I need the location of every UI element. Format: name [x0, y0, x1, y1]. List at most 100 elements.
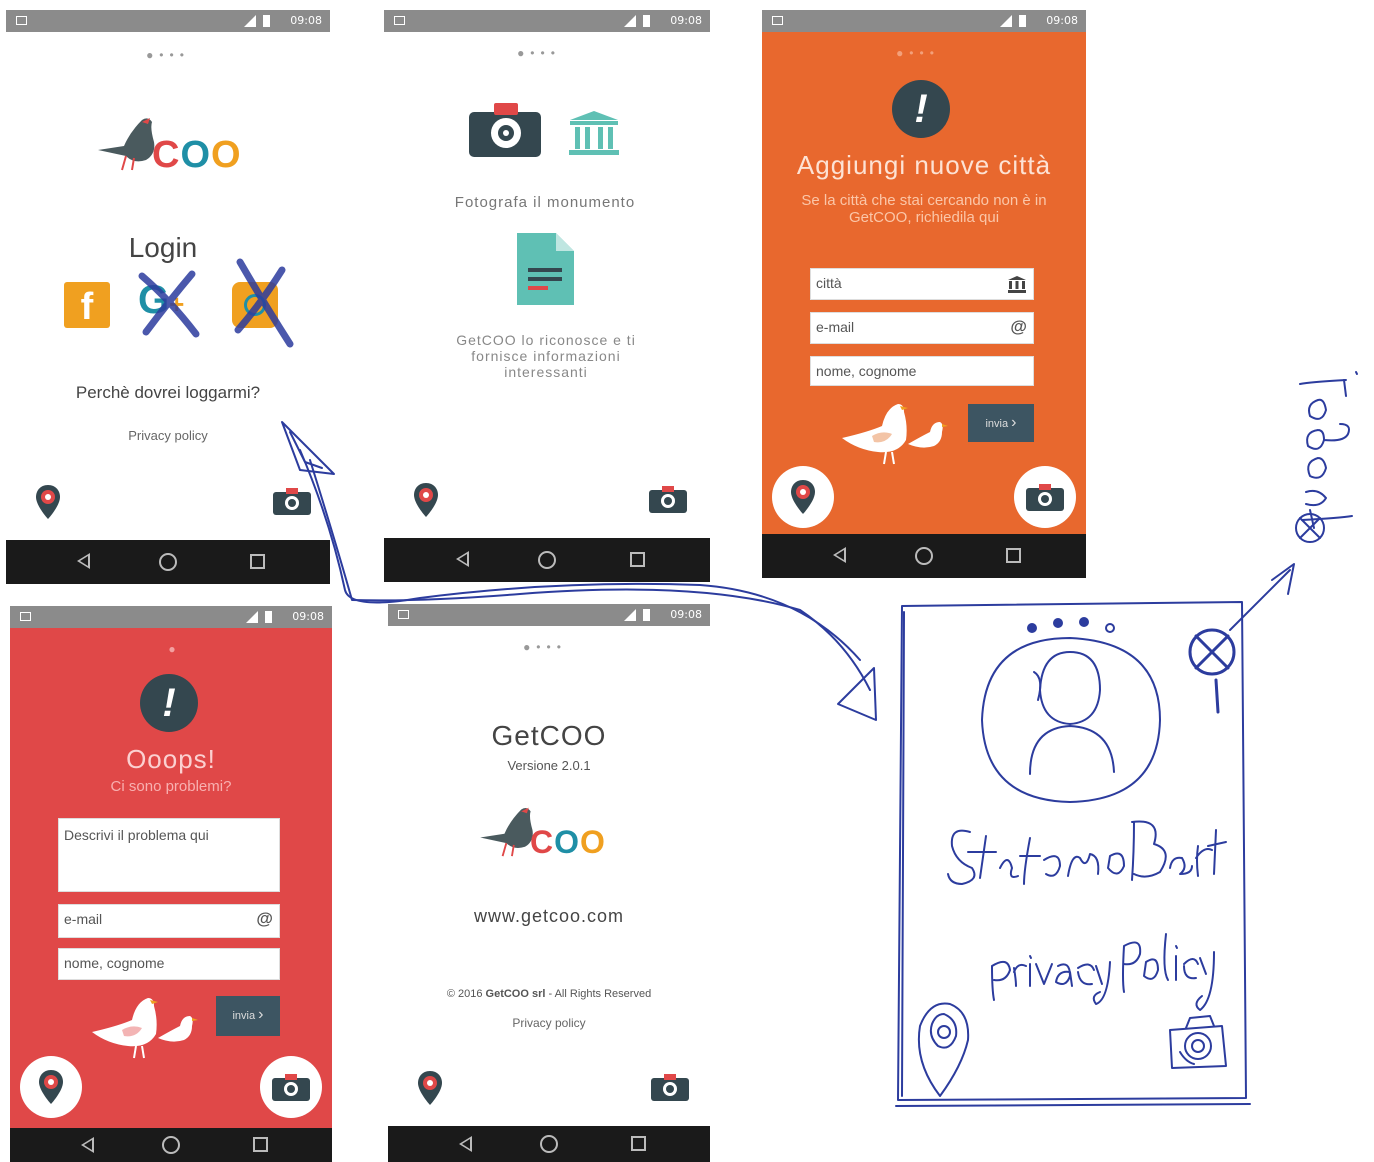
send-label: invia — [985, 418, 1009, 430]
instagram-login-button[interactable] — [232, 282, 278, 328]
camera-icon[interactable] — [648, 484, 688, 514]
pigeons-illustration — [842, 404, 948, 465]
logo-text: COO — [152, 134, 242, 176]
chevron-right-icon: › — [1011, 414, 1017, 431]
location-pin-icon — [791, 480, 815, 514]
city-placeholder: città — [816, 275, 842, 291]
screen-about: 09:08 ●••• GetCOO Versione 2.0.1 COO www… — [388, 604, 710, 1162]
location-pin-icon[interactable] — [416, 1070, 444, 1106]
oops-title: Ooops! — [126, 744, 216, 774]
logo-text: COO — [530, 824, 606, 860]
notification-icon — [16, 16, 27, 25]
facebook-icon: f — [80, 286, 94, 328]
send-button[interactable]: invia › — [216, 996, 280, 1036]
signal-icon — [624, 609, 636, 621]
signal-icon — [244, 15, 256, 27]
app-version: Versione 2.0.1 — [507, 758, 591, 773]
status-bar: 09:08 — [388, 604, 710, 626]
privacy-policy-link[interactable]: Privacy policy — [6, 428, 330, 443]
location-pin-icon[interactable] — [412, 482, 440, 518]
status-time: 09:08 — [290, 14, 322, 27]
alert-icon: ! — [140, 674, 198, 732]
name-field[interactable]: nome, cognome — [810, 356, 1034, 386]
battery-icon — [263, 15, 270, 27]
back-icon[interactable] — [455, 551, 469, 567]
page-indicator: ●••• — [517, 46, 561, 60]
home-icon[interactable] — [915, 547, 933, 565]
camera-icon — [1026, 484, 1064, 511]
notification-icon — [394, 16, 405, 25]
camera-icon[interactable] — [650, 1072, 690, 1102]
location-pin-icon[interactable] — [34, 484, 62, 520]
camera-icon[interactable] — [272, 486, 312, 516]
status-time: 09:08 — [670, 608, 702, 621]
problem-field[interactable]: Descrivi il problema qui — [58, 818, 280, 892]
google-login-button[interactable]: G+ — [138, 278, 210, 334]
location-pin-icon — [39, 1070, 63, 1104]
home-icon[interactable] — [162, 1136, 180, 1154]
back-icon[interactable] — [458, 1136, 472, 1152]
status-time: 09:08 — [1046, 14, 1078, 27]
battery-icon — [643, 15, 650, 27]
recents-icon[interactable] — [250, 554, 266, 569]
screen-photo-tutorial: 09:08 ●••• Fotografa il monumento GetCOO… — [384, 10, 710, 582]
google-plus-icon: G+ — [138, 278, 185, 322]
email-placeholder: e-mail — [816, 319, 855, 335]
monument-icon — [569, 111, 619, 155]
recents-icon[interactable] — [629, 552, 645, 567]
android-navbar — [384, 538, 710, 582]
signal-icon — [1000, 15, 1012, 27]
add-city-subtitle: Se la città che stai cercando non è in G… — [801, 192, 1047, 226]
name-field[interactable]: nome, cognome — [58, 948, 280, 980]
facebook-login-button[interactable]: f — [64, 282, 110, 328]
status-time: 09:08 — [292, 610, 324, 623]
back-icon[interactable] — [77, 553, 91, 569]
photo-description: GetCOO lo riconosce e ti fornisce inform… — [456, 332, 636, 380]
home-icon[interactable] — [538, 551, 556, 569]
at-icon: @ — [1010, 317, 1027, 336]
copyright: © 2016 GetCOO srl - All Rights Reserved — [388, 988, 710, 1000]
app-name: GetCOO — [491, 720, 607, 751]
instagram-icon — [244, 294, 266, 316]
pigeons-illustration — [92, 998, 198, 1059]
recents-icon[interactable] — [252, 1137, 268, 1152]
screen-login: 09:08 ●••• COO Login f G+ Perchè dovrei … — [6, 10, 330, 584]
map-button[interactable] — [772, 466, 834, 528]
document-icon — [517, 233, 574, 305]
name-placeholder: nome, cognome — [816, 363, 917, 379]
oops-subtitle: Ci sono problemi? — [110, 778, 232, 795]
page-indicator: ●••• — [896, 46, 940, 60]
copyright-rights: - All Rights Reserved — [545, 988, 652, 1000]
signal-icon — [246, 611, 258, 623]
chevron-right-icon: › — [258, 1006, 264, 1023]
email-field[interactable]: e-mail @ — [810, 312, 1034, 344]
recents-icon[interactable] — [630, 1136, 646, 1151]
copyright-year: © 2016 — [446, 988, 486, 1000]
notification-icon — [398, 610, 409, 619]
signal-icon — [624, 15, 636, 27]
page-indicator: ● — [168, 642, 182, 656]
camera-button[interactable] — [260, 1056, 322, 1118]
send-button[interactable]: invia › — [968, 404, 1034, 442]
send-label: invia — [232, 1010, 256, 1022]
map-button[interactable] — [20, 1056, 82, 1118]
status-bar: 09:08 — [10, 606, 332, 628]
status-bar: 09:08 — [762, 10, 1086, 32]
home-icon[interactable] — [159, 553, 177, 571]
city-field[interactable]: città — [810, 268, 1034, 300]
why-login-link[interactable]: Perchè dovrei loggarmi? — [6, 383, 330, 403]
back-icon[interactable] — [80, 1137, 94, 1153]
status-bar: 09:08 — [6, 10, 330, 32]
website-link[interactable]: www.getcoo.com — [388, 906, 710, 927]
android-navbar — [388, 1126, 710, 1162]
recents-icon[interactable] — [1006, 548, 1022, 563]
camera-button[interactable] — [1014, 466, 1076, 528]
privacy-policy-link[interactable]: Privacy policy — [388, 1016, 710, 1030]
home-icon[interactable] — [540, 1135, 558, 1153]
email-field[interactable]: e-mail @ — [58, 904, 280, 938]
status-time: 09:08 — [670, 14, 702, 27]
status-bar: 09:08 — [384, 10, 710, 32]
app-logo: COO — [96, 112, 246, 182]
monument-icon — [1008, 276, 1026, 293]
back-icon[interactable] — [833, 547, 847, 563]
